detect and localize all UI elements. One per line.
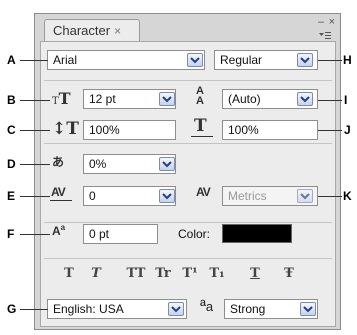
callout-k-line (318, 196, 342, 197)
baseline-shift-input[interactable]: 0 pt (83, 224, 158, 244)
callout-j-line (318, 130, 342, 131)
language-dropdown-icon[interactable] (168, 302, 184, 316)
font-family-select[interactable]: Arial (47, 50, 205, 70)
horizontal-scale-arrow (191, 136, 213, 137)
callout-c: C (7, 123, 16, 137)
callout-c-line (20, 130, 50, 131)
color-swatch[interactable] (222, 224, 292, 243)
callout-h-line (318, 60, 342, 61)
separator (44, 80, 332, 81)
faux-italic-button[interactable]: T (89, 266, 103, 281)
baseline-shift-value: 0 pt (89, 227, 110, 241)
tab-label: Character (53, 23, 111, 38)
antialias-value: Strong (230, 302, 266, 316)
font-size-value: 12 pt (89, 92, 116, 106)
callout-f: F (7, 227, 15, 241)
panel-content (40, 41, 336, 327)
small-caps-button[interactable]: Tr (151, 266, 175, 281)
callout-e-line (20, 196, 50, 197)
tab-character[interactable]: Character × (44, 19, 140, 41)
underline-button[interactable]: T (248, 266, 262, 281)
tsume-icon: あ (52, 155, 65, 169)
vertical-scale-input[interactable]: 100% (83, 120, 176, 140)
antialias-dropdown-icon[interactable] (300, 302, 316, 316)
font-family-value: Arial (53, 53, 78, 67)
horizontal-scale-value: 100% (228, 123, 259, 137)
tsume-value: 0% (89, 157, 107, 171)
tracking-value: 0 (89, 189, 96, 203)
separator (44, 258, 332, 259)
kerning-dropdown-icon[interactable] (297, 189, 313, 203)
callout-e: E (7, 189, 16, 203)
font-style-value: Regular (220, 53, 263, 67)
strikethrough-button[interactable]: Ŧ (282, 266, 296, 281)
vertical-scale-icon: ↕T (52, 119, 79, 139)
kerning-icon: AV (196, 185, 211, 199)
color-label: Color: (178, 227, 211, 241)
faux-bold-button[interactable]: T (62, 266, 76, 281)
superscript-button[interactable]: T¹ (180, 266, 200, 281)
subscript-button[interactable]: T₁ (207, 266, 227, 281)
callout-f-line (20, 234, 50, 235)
horizontal-scale-icon: T (194, 116, 207, 136)
font-size-dropdown-icon[interactable] (159, 92, 175, 106)
close-icon[interactable]: × (329, 16, 335, 28)
tracking-dropdown-icon[interactable] (159, 189, 175, 203)
callout-j: J (344, 123, 351, 137)
tab-close-icon[interactable]: × (114, 24, 121, 38)
callout-i-line (318, 100, 342, 101)
callout-g: G (7, 302, 17, 316)
kerning-value: Metrics (228, 189, 267, 203)
font-family-dropdown-icon[interactable] (187, 53, 203, 67)
minimize-icon[interactable]: – (318, 16, 324, 28)
callout-i: I (344, 93, 348, 107)
callout-h: H (343, 53, 352, 67)
leading-icon: AA (196, 85, 204, 107)
tracking-icon: AV (51, 185, 66, 199)
separator (44, 222, 332, 223)
callout-k: K (343, 189, 352, 203)
callout-d: D (7, 157, 16, 171)
antialias-icon: ªa (200, 298, 214, 315)
callout-a-line (20, 60, 48, 61)
vertical-scale-value: 100% (89, 123, 120, 137)
tracking-icon-line (50, 200, 72, 201)
callout-d-line (20, 164, 50, 165)
callout-a: A (7, 53, 16, 67)
font-size-icon: TT (52, 89, 71, 108)
tsume-dropdown-icon[interactable] (159, 157, 175, 171)
callout-b: B (7, 93, 16, 107)
leading-value: (Auto) (228, 92, 261, 106)
leading-dropdown-icon[interactable] (297, 92, 313, 106)
baseline-shift-icon: Aa (52, 223, 66, 238)
callout-g-line (20, 309, 48, 310)
language-select[interactable]: English: USA (47, 299, 187, 319)
font-style-dropdown-icon[interactable] (297, 53, 313, 67)
callout-b-line (20, 100, 50, 101)
language-value: English: USA (53, 302, 124, 316)
separator (44, 143, 332, 144)
horizontal-scale-input[interactable]: 100% (222, 120, 318, 140)
all-caps-button[interactable]: TT (124, 266, 148, 281)
